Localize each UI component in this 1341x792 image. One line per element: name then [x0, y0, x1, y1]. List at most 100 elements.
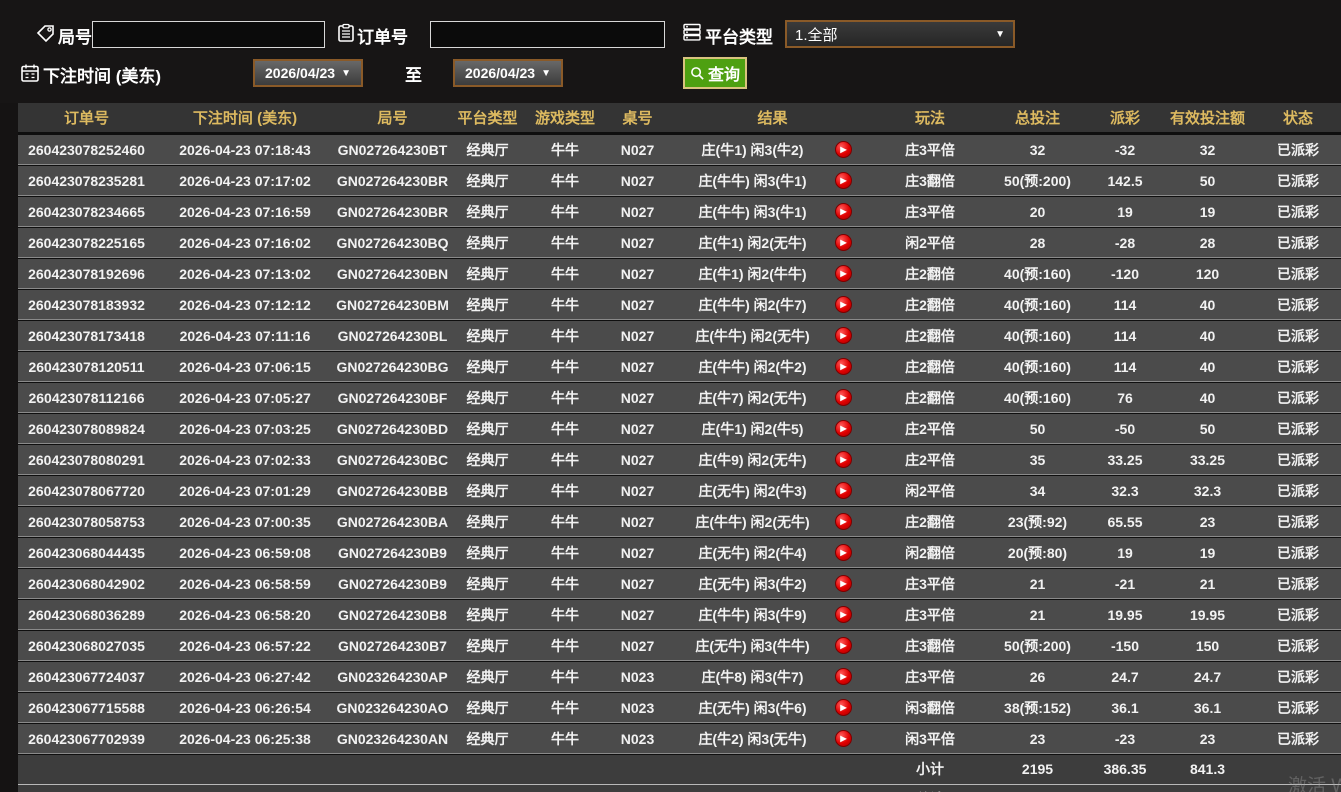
- replay-video-icon[interactable]: ▶: [835, 296, 852, 313]
- cell-payout: 24.7: [1090, 661, 1160, 692]
- cell-table-no: N027: [605, 537, 670, 568]
- cell-order-no: 260423068042902: [18, 568, 155, 599]
- cell-table-no: N027: [605, 351, 670, 382]
- cell-status: 已派彩: [1255, 196, 1341, 227]
- subtotal-row: 小计 2195 386.35 841.3: [18, 754, 1341, 784]
- result-text: 庄(牛1) 闲2(牛5): [670, 419, 835, 439]
- date-to-picker[interactable]: 2026/04/23 ▼: [453, 59, 563, 87]
- replay-video-icon[interactable]: ▶: [835, 327, 852, 344]
- cell-platform: 经典厅: [450, 661, 525, 692]
- cell-table-no: N027: [605, 599, 670, 630]
- cell-play: 庄2翻倍: [875, 258, 985, 289]
- replay-video-icon[interactable]: ▶: [835, 699, 852, 716]
- cell-valid-bet: 32.3: [1160, 475, 1255, 506]
- cell-payout: -120: [1090, 258, 1160, 289]
- cell-table-no: N027: [605, 444, 670, 475]
- tag-icon: [36, 24, 56, 44]
- cell-valid-bet: 150: [1160, 630, 1255, 661]
- cell-order-no: 260423078234665: [18, 196, 155, 227]
- result-text: 庄(牛牛) 闲2(牛7): [670, 295, 835, 315]
- cell-order-no: 260423078120511: [18, 351, 155, 382]
- cell-result: 庄(牛1) 闲2(牛牛)▶: [670, 258, 875, 289]
- cell-total-bet: 32: [985, 133, 1090, 165]
- replay-video-icon[interactable]: ▶: [835, 451, 852, 468]
- order-no-input[interactable]: [430, 21, 665, 48]
- table-row: 2604230680444352026-04-23 06:59:08GN0272…: [18, 537, 1341, 568]
- replay-video-icon[interactable]: ▶: [835, 637, 852, 654]
- cell-status: 已派彩: [1255, 165, 1341, 196]
- cell-bet-time: 2026-04-23 07:16:02: [155, 227, 335, 258]
- cell-game: 牛牛: [525, 413, 605, 444]
- cell-table-no: N027: [605, 630, 670, 661]
- replay-video-icon[interactable]: ▶: [835, 513, 852, 530]
- total-row: 总计 3454 606.8 1559.95: [18, 784, 1341, 792]
- cell-total-bet: 23(预:92): [985, 506, 1090, 537]
- cell-total-bet: 34: [985, 475, 1090, 506]
- round-no-input[interactable]: [92, 21, 325, 48]
- cell-platform: 经典厅: [450, 196, 525, 227]
- replay-video-icon[interactable]: ▶: [835, 234, 852, 251]
- cell-valid-bet: 40: [1160, 289, 1255, 320]
- result-text: 庄(牛8) 闲3(牛7): [670, 667, 835, 687]
- cell-table-no: N027: [605, 165, 670, 196]
- replay-video-icon[interactable]: ▶: [835, 203, 852, 220]
- result-text: 庄(无牛) 闲3(牛牛): [670, 636, 835, 656]
- replay-video-icon[interactable]: ▶: [835, 265, 852, 282]
- cell-table-no: N027: [605, 320, 670, 351]
- replay-video-icon[interactable]: ▶: [835, 358, 852, 375]
- cell-game: 牛牛: [525, 723, 605, 754]
- cell-result: 庄(牛牛) 闲2(牛7)▶: [670, 289, 875, 320]
- cell-result: 庄(牛2) 闲3(无牛)▶: [670, 723, 875, 754]
- cell-play: 闲2平倍: [875, 475, 985, 506]
- replay-video-icon[interactable]: ▶: [835, 420, 852, 437]
- query-button[interactable]: 查询: [683, 57, 747, 89]
- date-from-picker[interactable]: 2026/04/23 ▼: [253, 59, 363, 87]
- replay-video-icon[interactable]: ▶: [835, 172, 852, 189]
- cell-game: 牛牛: [525, 661, 605, 692]
- cell-round-no: GN027264230BC: [335, 444, 450, 475]
- cell-bet-time: 2026-04-23 06:58:59: [155, 568, 335, 599]
- cell-table-no: N027: [605, 133, 670, 165]
- replay-video-icon[interactable]: ▶: [835, 141, 852, 158]
- table-row: 2604230677029392026-04-23 06:25:38GN0232…: [18, 723, 1341, 754]
- cell-valid-bet: 50: [1160, 165, 1255, 196]
- cell-payout: 76: [1090, 382, 1160, 413]
- replay-video-icon[interactable]: ▶: [835, 668, 852, 685]
- cell-payout: 65.55: [1090, 506, 1160, 537]
- cell-payout: -50: [1090, 413, 1160, 444]
- cell-valid-bet: 40: [1160, 320, 1255, 351]
- replay-video-icon[interactable]: ▶: [835, 482, 852, 499]
- cell-table-no: N027: [605, 258, 670, 289]
- cell-status: 已派彩: [1255, 630, 1341, 661]
- platform-stack-icon: [682, 22, 702, 42]
- cell-bet-time: 2026-04-23 07:03:25: [155, 413, 335, 444]
- platform-type-select[interactable]: 1.全部 ▼: [785, 20, 1015, 48]
- cell-round-no: GN027264230BN: [335, 258, 450, 289]
- cell-order-no: 260423078235281: [18, 165, 155, 196]
- cell-status: 已派彩: [1255, 537, 1341, 568]
- replay-video-icon[interactable]: ▶: [835, 389, 852, 406]
- cell-platform: 经典厅: [450, 599, 525, 630]
- cell-game: 牛牛: [525, 196, 605, 227]
- cell-payout: 114: [1090, 351, 1160, 382]
- bet-time-label: 下注时间 (美东): [43, 62, 161, 87]
- replay-video-icon[interactable]: ▶: [835, 544, 852, 561]
- platform-type-value: 1.全部: [795, 24, 838, 45]
- cell-status: 已派彩: [1255, 723, 1341, 754]
- cell-status: 已派彩: [1255, 382, 1341, 413]
- replay-video-icon[interactable]: ▶: [835, 730, 852, 747]
- cell-result: 庄(无牛) 闲2(牛3)▶: [670, 475, 875, 506]
- cell-platform: 经典厅: [450, 692, 525, 723]
- chevron-down-icon: ▼: [995, 29, 1005, 40]
- table-row: 2604230780677202026-04-23 07:01:29GN0272…: [18, 475, 1341, 506]
- cell-bet-time: 2026-04-23 07:06:15: [155, 351, 335, 382]
- replay-video-icon[interactable]: ▶: [835, 575, 852, 592]
- cell-table-no: N027: [605, 568, 670, 599]
- chevron-down-icon: ▼: [341, 68, 351, 79]
- replay-video-icon[interactable]: ▶: [835, 606, 852, 623]
- cell-order-no: 260423078067720: [18, 475, 155, 506]
- cell-valid-bet: 40: [1160, 382, 1255, 413]
- cell-table-no: N027: [605, 413, 670, 444]
- column-header: 订单号: [18, 103, 155, 133]
- table-header: 订单号下注时间 (美东)局号平台类型游戏类型桌号结果玩法总投注派彩有效投注额状态: [18, 103, 1341, 133]
